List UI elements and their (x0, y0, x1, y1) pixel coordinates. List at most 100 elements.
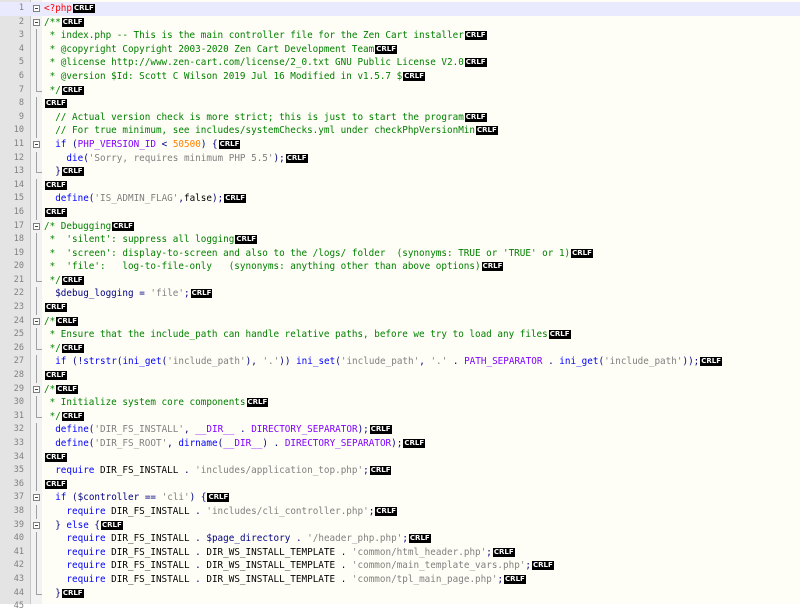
code-text[interactable]: * Initialize system core components CRLF (44, 396, 269, 410)
code-text[interactable]: } else {CRLF (44, 519, 123, 533)
code-line[interactable]: 26 */CRLF (0, 341, 800, 356)
code-line[interactable]: 31 */CRLF (0, 409, 800, 424)
code-line[interactable]: 35 require DIR_FS_INSTALL . 'includes/ap… (0, 464, 800, 478)
code-text[interactable]: * Ensure that the include_path can handl… (44, 328, 571, 342)
code-line[interactable]: 19 * 'screen': display-to-screen and als… (0, 246, 800, 261)
code-text[interactable]: CRLF (44, 179, 67, 193)
fold-toggle-icon[interactable] (33, 222, 40, 230)
code-line[interactable]: 34 CRLF (0, 450, 800, 465)
code-text[interactable]: define('DIR_FS_ROOT', dirname(__DIR__) .… (44, 437, 426, 451)
code-text[interactable]: if (PHP_VERSION_ID < 50500) {CRLF (44, 138, 241, 152)
code-text[interactable]: /* Debugging CRLF (44, 220, 134, 234)
code-line[interactable]: 12 die('Sorry, requires minimum PHP 5.5'… (0, 151, 800, 166)
code-text[interactable]: require DIR_FS_INSTALL . DIR_WS_INSTALL_… (44, 546, 515, 560)
fold-toggle-icon[interactable] (33, 494, 40, 502)
code-text[interactable]: */CRLF (44, 342, 84, 356)
code-line[interactable]: 2 /** CRLF (0, 16, 800, 30)
code-text[interactable]: require DIR_FS_INSTALL . DIR_WS_INSTALL_… (44, 559, 554, 573)
code-line[interactable]: 18 * 'silent': suppress all logging CRLF (0, 233, 800, 247)
code-line[interactable]: 14 CRLF (0, 178, 800, 193)
code-line[interactable]: 5 * @license http://www.zen-cart.com/lic… (0, 56, 800, 70)
code-text[interactable]: * 'silent': suppress all logging CRLF (44, 233, 258, 247)
code-line[interactable]: 10 // For true minimum, see includes/sys… (0, 124, 800, 138)
code-line[interactable]: 37 if ($controller == 'cli') {CRLF (0, 491, 800, 505)
code-text[interactable]: CRLF (44, 301, 67, 315)
code-line[interactable]: 27 if (!strstr(ini_get('include_path'), … (0, 355, 800, 370)
code-text[interactable]: /* CRLF (44, 383, 78, 397)
code-line[interactable]: 44 } CRLF (0, 586, 800, 601)
code-text[interactable]: require DIR_FS_INSTALL . $page_directory… (44, 532, 431, 546)
code-line[interactable]: 21 */CRLF (0, 273, 800, 288)
code-line[interactable]: 30 * Initialize system core components CR… (0, 396, 800, 410)
code-line[interactable]: 17 /* Debugging CRLF (0, 220, 800, 234)
code-text[interactable]: * @copyright Copyright 2003-2020 Zen Car… (44, 43, 398, 57)
fold-guide-line (36, 233, 37, 247)
code-line[interactable]: 29 /* CRLF (0, 383, 800, 397)
code-text[interactable]: // Actual version check is more strict; … (44, 111, 487, 125)
code-text[interactable]: CRLF (44, 97, 67, 111)
code-text[interactable]: */CRLF (44, 84, 84, 98)
code-line[interactable]: 32 define('DIR_FS_INSTALL', __DIR__ . DI… (0, 423, 800, 437)
code-text[interactable]: */CRLF (44, 410, 84, 424)
code-text[interactable]: CRLF (44, 451, 67, 465)
code-text[interactable]: } CRLF (44, 587, 84, 601)
code-text[interactable]: /** CRLF (44, 16, 84, 30)
code-line[interactable]: 20 * 'file': log-to-file-only (synonyms:… (0, 260, 800, 274)
code-line[interactable]: 22 $debug_logging = 'file'; CRLF (0, 287, 800, 302)
code-text[interactable]: CRLF (44, 369, 67, 383)
code-text[interactable]: require DIR_FS_INSTALL . DIR_WS_INSTALL_… (44, 573, 526, 587)
code-text[interactable]: * 'screen': display-to-screen and also t… (44, 247, 593, 261)
code-text[interactable]: define('DIR_FS_INSTALL', __DIR__ . DIREC… (44, 423, 392, 437)
code-line[interactable]: 3 * index.php -- This is the main contro… (0, 29, 800, 43)
code-lines[interactable]: 1 <?php CRLF 2/** CRLF 3 * index.php -- This … (0, 2, 800, 614)
code-line[interactable]: 7 */CRLF (0, 83, 800, 98)
fold-toggle-icon[interactable] (33, 5, 40, 12)
code-text[interactable]: /* CRLF (44, 315, 78, 329)
code-line[interactable]: 43 require DIR_FS_INSTALL . DIR_WS_INSTA… (0, 572, 800, 587)
code-line[interactable]: 40 require DIR_FS_INSTALL . $page_direct… (0, 532, 800, 546)
code-line[interactable]: 39 } else {CRLF (0, 519, 800, 533)
code-line[interactable]: 23 CRLF (0, 301, 800, 315)
code-editor[interactable]: 1 <?php CRLF 2/** CRLF 3 * index.php -- This … (0, 0, 800, 611)
code-text[interactable]: CRLF (44, 478, 67, 492)
code-text[interactable]: require DIR_FS_INSTALL . 'includes/cli_c… (44, 505, 398, 519)
code-text[interactable]: } CRLF (44, 165, 84, 179)
code-line[interactable]: 42 require DIR_FS_INSTALL . DIR_WS_INSTA… (0, 559, 800, 573)
fold-toggle-icon[interactable] (33, 18, 40, 26)
code-text[interactable]: CRLF (44, 206, 67, 220)
code-text[interactable]: * 'file': log-to-file-only (synonyms: an… (44, 260, 504, 274)
code-line[interactable]: 41 require DIR_FS_INSTALL . DIR_WS_INSTA… (0, 545, 800, 560)
code-text[interactable]: if (!strstr(ini_get('include_path'), '.'… (44, 355, 723, 369)
fold-toggle-icon[interactable] (33, 317, 40, 325)
code-line[interactable]: 1 <?php CRLF (0, 2, 800, 16)
code-text[interactable]: */CRLF (44, 274, 84, 288)
code-line[interactable]: 45 (0, 600, 800, 614)
code-line[interactable]: 36 CRLF (0, 477, 800, 492)
code-line[interactable]: 13 } CRLF (0, 165, 800, 179)
code-text[interactable]: if ($controller == 'cli') {CRLF (44, 491, 230, 505)
code-line[interactable]: 15 define('IS_ADMIN_FLAG',false); CRLF (0, 192, 800, 206)
code-text[interactable]: define('IS_ADMIN_FLAG',false); CRLF (44, 192, 246, 206)
code-text[interactable]: require DIR_FS_INSTALL . 'includes/appli… (44, 464, 392, 478)
code-line[interactable]: 25 * Ensure that the include_path can ha… (0, 328, 800, 342)
fold-toggle-icon[interactable] (33, 140, 40, 148)
code-text[interactable]: * index.php -- This is the main controll… (44, 29, 487, 43)
code-line[interactable]: 28 CRLF (0, 369, 800, 383)
code-line[interactable]: 4 * @copyright Copyright 2003-2020 Zen C… (0, 42, 800, 57)
code-line[interactable]: 11 if (PHP_VERSION_ID < 50500) {CRLF (0, 138, 800, 152)
code-text[interactable]: <?php CRLF (44, 2, 95, 16)
code-line[interactable]: 9 // Actual version check is more strict… (0, 110, 800, 125)
fold-toggle-icon[interactable] (33, 521, 40, 529)
code-text[interactable]: $debug_logging = 'file'; CRLF (44, 287, 213, 301)
code-line[interactable]: 6 * @version $Id: Scott C Wilson 2019 Ju… (0, 69, 800, 84)
code-text[interactable]: * @license http://www.zen-cart.com/licen… (44, 56, 487, 70)
code-line[interactable]: 16 CRLF (0, 205, 800, 220)
code-line[interactable]: 33 define('DIR_FS_ROOT', dirname(__DIR__… (0, 437, 800, 451)
code-text[interactable]: die('Sorry, requires minimum PHP 5.5'); C… (44, 152, 308, 166)
code-line[interactable]: 24 /* CRLF (0, 315, 800, 329)
code-line[interactable]: 38 require DIR_FS_INSTALL . 'includes/cl… (0, 504, 800, 519)
fold-toggle-icon[interactable] (33, 385, 40, 393)
code-text[interactable]: * @version $Id: Scott C Wilson 2019 Jul … (44, 70, 426, 84)
code-text[interactable]: // For true minimum, see includes/system… (44, 124, 498, 138)
code-line[interactable]: 8 CRLF (0, 97, 800, 111)
